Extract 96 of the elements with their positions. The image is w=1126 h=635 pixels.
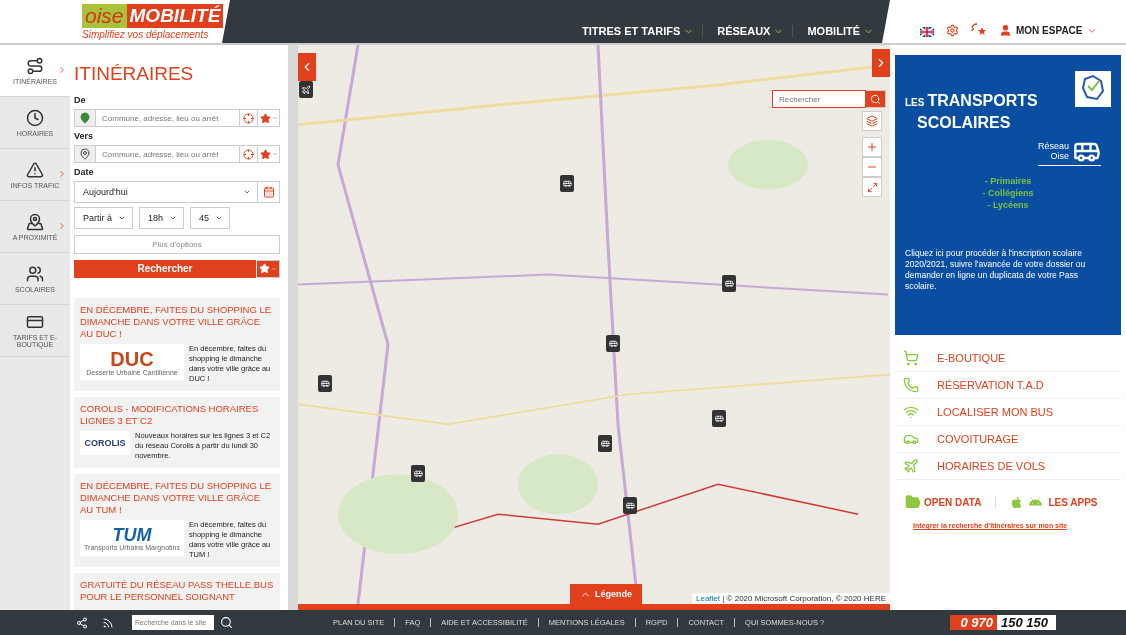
- field-label: Vers: [74, 131, 95, 142]
- signal-star-icon[interactable]: [971, 23, 987, 37]
- address-input[interactable]: Commune, adresse, lieu ou arrêt: [96, 109, 240, 128]
- news-logo: COROLIS: [80, 431, 130, 455]
- fullscreen-button[interactable]: [862, 177, 882, 197]
- nav-menu-item[interactable]: MOBILITÉ: [799, 25, 882, 37]
- map-search-button[interactable]: [866, 90, 886, 108]
- locate-button[interactable]: [240, 109, 258, 128]
- map-view[interactable]: Rechercher Légende Leaflet | © 2020 Microsoft Corporation, © 2020 HERE: [298, 45, 890, 610]
- legend-button[interactable]: Légende: [570, 584, 642, 604]
- apps-link[interactable]: LES APPS: [995, 495, 1112, 509]
- map-pin-icon: [26, 212, 44, 231]
- nav-menu-item[interactable]: TITRES ET TARIFS: [574, 25, 704, 37]
- school-transport-banner[interactable]: [895, 55, 1121, 335]
- crosshair-icon: [243, 148, 254, 160]
- bus-marker-icon[interactable]: [712, 410, 726, 427]
- locate-button[interactable]: [240, 145, 258, 164]
- rss-icon[interactable]: [102, 616, 114, 629]
- banner-title: LES TRANSPORTS SCOLAIRES: [905, 91, 1039, 133]
- star-icon: [259, 112, 271, 124]
- school-level: - Collégiens: [982, 188, 1034, 198]
- bus-marker-icon[interactable]: [606, 335, 620, 352]
- region-logo-icon: [1075, 71, 1111, 107]
- search-icon: [870, 93, 881, 105]
- time-select[interactable]: 18h: [139, 207, 185, 230]
- fullscreen-icon: [866, 181, 878, 193]
- favorites-button[interactable]: [258, 109, 280, 128]
- more-options-button[interactable]: Plus d'options: [74, 235, 280, 254]
- address-input[interactable]: Commune, adresse, lieu ou arrêt: [96, 145, 240, 164]
- field-label: De: [74, 95, 87, 105]
- phone-icon: [903, 377, 919, 393]
- date-select[interactable]: Aujourd'hui: [74, 181, 258, 204]
- service-link[interactable]: RÉSERVATION T.A.D: [895, 372, 1121, 399]
- school-level: - Primaires: [984, 176, 1032, 186]
- favorites-button[interactable]: [256, 259, 280, 278]
- site-logo[interactable]: oise MOBILITÉ Simplifiez vos déplacements: [0, 0, 222, 43]
- service-link[interactable]: HORAIRES DE VOLS: [895, 453, 1121, 480]
- people-icon: [26, 264, 44, 283]
- news-title[interactable]: EN DÉCEMBRE, FAITES DU SHOPPING LE DIMANCHE DANS VOTRE VILLE GRÂCE AU TUM !: [80, 480, 274, 516]
- uk-flag-icon[interactable]: [920, 27, 934, 37]
- caret-icon: [271, 265, 277, 272]
- school-level: - Lycéens: [987, 200, 1029, 210]
- account-menu[interactable]: MON ESPACE: [999, 24, 1097, 37]
- network-badge: Réseau Oise: [1037, 137, 1101, 166]
- map-search-input[interactable]: Rechercher: [772, 90, 866, 108]
- news-title[interactable]: COROLIS - MODIFICATIONS HORAIRES LIGNES 3 ET C2: [80, 403, 274, 427]
- plus-icon: [866, 141, 878, 153]
- open-data-link[interactable]: OPEN DATA: [905, 494, 996, 510]
- caret-icon: [271, 115, 278, 122]
- card-icon: [26, 313, 44, 331]
- service-link[interactable]: E-BOUTIQUE: [895, 345, 1121, 372]
- service-link[interactable]: COVOITURAGE: [895, 426, 1121, 453]
- bus-marker-icon[interactable]: [598, 435, 612, 452]
- bus-marker-icon[interactable]: [411, 465, 425, 482]
- bus-marker-icon[interactable]: [560, 175, 574, 192]
- star-icon: [259, 263, 270, 275]
- page-title: ITINÉRAIRES: [74, 63, 195, 85]
- expand-panel-button[interactable]: [872, 49, 890, 77]
- bus-marker-icon[interactable]: [722, 275, 736, 292]
- phone-number: 0 970 150 150: [950, 615, 1056, 630]
- folder-icon: [905, 494, 921, 510]
- crosshair-icon: [243, 112, 254, 124]
- layers-button[interactable]: [862, 111, 882, 131]
- signal-icon: [903, 404, 919, 420]
- time-select[interactable]: 45: [190, 207, 231, 230]
- clock-icon: [26, 108, 44, 127]
- news-title[interactable]: GRATUITÉ DU RÉSEAU PASS THELLE BUS POUR LE PERSONNEL SOIGNANT: [80, 579, 274, 603]
- news-title[interactable]: EN DÉCEMBRE, FAITES DU SHOPPING LE DIMANCHE DANS VOTRE VILLE GRÂCE AU DUC !: [80, 304, 274, 340]
- calendar-icon: [262, 186, 275, 199]
- star-icon: [259, 148, 271, 160]
- settings-icon[interactable]: [946, 24, 959, 37]
- cart-icon: [903, 350, 919, 366]
- nav-menu-item[interactable]: RÉSEAUX: [709, 25, 794, 37]
- user-icon: [999, 24, 1012, 37]
- apple-icon: [1010, 495, 1024, 509]
- leaflet-link[interactable]: Leaflet: [696, 594, 721, 603]
- service-link[interactable]: LOCALISER MON BUS: [895, 399, 1121, 426]
- banner-text: Cliquez ici pour procéder à l'inscription scolaire 2020/2021, suivre l'avancée de votre dossier ou demander en ligne un duplicata de votre Pass scolaire.: [905, 248, 1087, 292]
- map-pin-icon: [79, 112, 91, 125]
- share-icon[interactable]: [76, 616, 88, 629]
- field-label: Date: [74, 167, 95, 178]
- calendar-button[interactable]: [258, 181, 280, 204]
- search-icon[interactable]: [220, 616, 233, 629]
- favorites-button[interactable]: [258, 145, 280, 164]
- map-pin-icon: [79, 148, 91, 161]
- bus-marker-icon[interactable]: [623, 497, 637, 514]
- search-button[interactable]: Rechercher: [74, 259, 256, 278]
- plane-marker-icon[interactable]: [299, 81, 313, 98]
- warning-icon: [26, 160, 44, 179]
- route-icon: [26, 56, 44, 75]
- layers-icon: [866, 115, 878, 127]
- plane-icon: [903, 458, 919, 474]
- time-select[interactable]: Partir à: [74, 207, 133, 230]
- bus-marker-icon[interactable]: [318, 375, 332, 392]
- caret-icon: [271, 151, 278, 158]
- map-attribution: Leaflet | © 2020 Microsoft Corporation, © 2020 HERE: [692, 593, 890, 604]
